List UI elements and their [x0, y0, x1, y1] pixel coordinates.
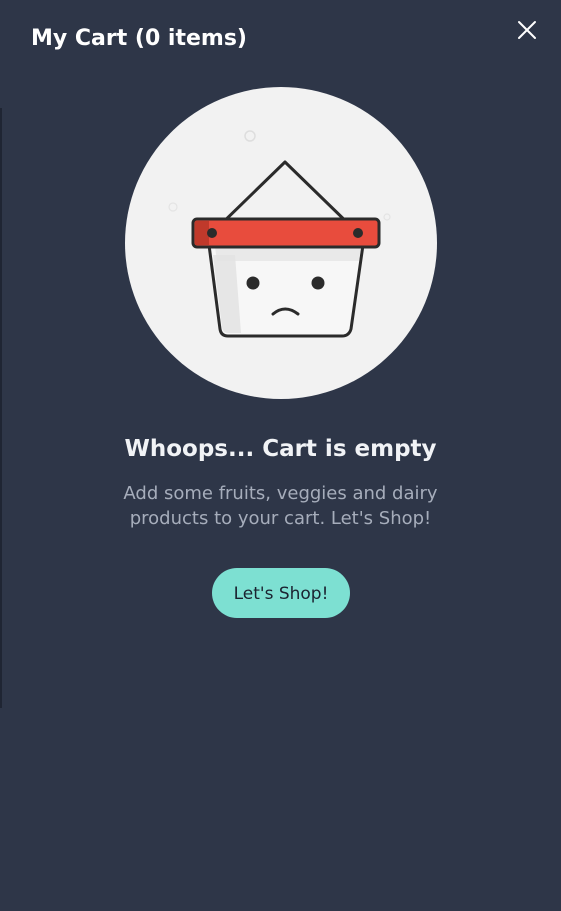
- close-icon: [518, 21, 536, 39]
- lets-shop-button[interactable]: Let's Shop!: [212, 568, 350, 618]
- sad-basket-icon: [125, 87, 437, 399]
- empty-cart-illustration: [125, 87, 437, 399]
- cart-title: My Cart (0 items): [31, 26, 247, 51]
- close-button[interactable]: [513, 16, 541, 44]
- drawer-edge: [0, 108, 2, 708]
- cart-header: My Cart (0 items): [31, 21, 541, 56]
- cart-drawer: My Cart (0 items) Whoops... Cart is empt…: [0, 0, 561, 911]
- empty-cart-subtitle: Add some fruits, veggies and dairy produ…: [123, 483, 438, 529]
- empty-cart-title: Whoops... Cart is empty: [124, 436, 437, 462]
